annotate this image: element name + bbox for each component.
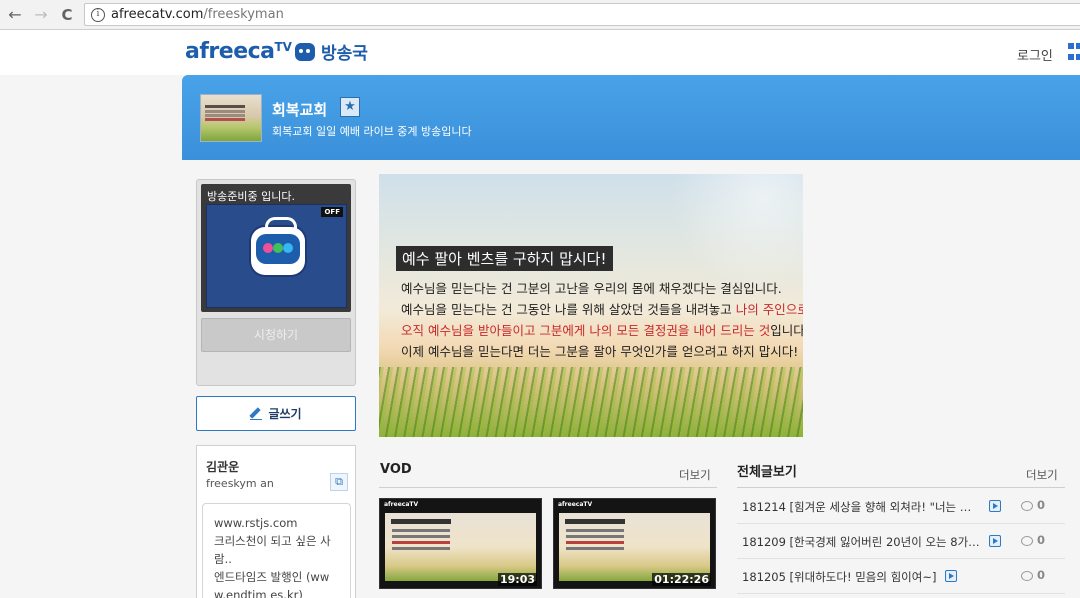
comment-count: 0: [1037, 533, 1046, 547]
banner-line: 오직 예수님을 받아들이고 그분에게 나의 모든 결정권을 내어 드리는 것입니…: [401, 323, 803, 338]
bio-line: 크리스천이 되고 싶은 사: [214, 534, 331, 548]
bio-line: 엔드타임즈 발행인 (ww: [214, 570, 330, 584]
post-title[interactable]: 181214 [힘겨운 세상을 향해 외쳐라! "너는 …: [742, 499, 971, 515]
favorite-star-icon[interactable]: ★: [340, 97, 360, 117]
vod-thumbnail-image: [559, 513, 710, 581]
off-badge: OFF: [321, 207, 343, 217]
board-post-row[interactable]: 181214 [힘겨운 세상을 향해 외쳐라! "너는 … 0: [737, 489, 1065, 524]
banner-line: 예수님을 믿는다는 건 그분의 고난을 우리의 몸에 채우겠다는 결심입니다.: [401, 281, 782, 296]
bio-line: w.endtim es.kr): [214, 588, 303, 598]
vod-duration: 01:22:26: [652, 573, 711, 586]
board-post-row[interactable]: 181205 [위대하도다! 믿음의 힘이여~] 0: [737, 559, 1065, 594]
browser-toolbar: ← → C i afreecatv.com/freeskyman: [0, 0, 1080, 30]
comment-icon: [1021, 536, 1033, 546]
play-icon[interactable]: [945, 570, 957, 582]
play-icon[interactable]: [989, 500, 1001, 512]
profile-bio: www.rstjs.com 크리스천이 되고 싶은 사 람.. 엔드타임즈 발행…: [202, 503, 351, 598]
banner-line: 예수님을 믿는다는 건 그동안 나를 위해 살았던 것들을 내려놓고 나의 주인…: [401, 302, 803, 317]
info-icon[interactable]: i: [91, 7, 105, 22]
grid-menu-icon[interactable]: [1068, 43, 1080, 63]
write-post-label: 글쓰기: [268, 407, 302, 421]
reload-button[interactable]: C: [56, 4, 78, 26]
pencil-icon: [250, 407, 263, 420]
vod-logo: afreecaTV: [558, 501, 593, 508]
vod-duration: 19:03: [497, 573, 537, 586]
channel-description: 회복교회 일일 예배 라이브 중계 방송입니다: [272, 125, 472, 138]
post-title[interactable]: 181209 [한국경제 잃어버린 20년이 오는 8가…: [742, 534, 980, 550]
banner-line: 이제 예수님을 믿는다면 더는 그분을 팔아 무엇인가를 얻으려고 하지 맙시다…: [401, 344, 799, 359]
bio-line: 람..: [214, 552, 232, 566]
board-more-link[interactable]: 더보기: [1026, 467, 1058, 483]
profile-user-id: freeskym an: [206, 477, 274, 490]
play-icon[interactable]: [989, 535, 1001, 547]
page: afreeca TV 방송국 로그인 회복교회 ★ 회복교회 일일 예배 라이브…: [0, 31, 1080, 598]
forward-button[interactable]: →: [30, 4, 52, 26]
profile-box: 김관운 freeskym an ⧉ www.rstjs.com 크리스천이 되고…: [196, 445, 356, 598]
url-path: /freeskyman: [203, 7, 284, 22]
banner-title: 예수 팔아 벤츠를 구하지 맙시다!: [396, 246, 613, 271]
write-post-button[interactable]: 글쓰기: [196, 396, 356, 431]
player-frame: 방송준비중 입니다. OFF: [201, 184, 351, 312]
share-icon[interactable]: ⧉: [330, 473, 348, 491]
channel-name[interactable]: 회복교회: [272, 99, 327, 120]
logo-subtitle: 방송국: [320, 44, 368, 64]
vod-thumbnail-image: [385, 513, 536, 581]
broadcast-status: 방송준비중 입니다.: [207, 190, 295, 203]
site-header: afreeca TV 방송국 로그인: [0, 31, 1080, 75]
address-bar[interactable]: i afreecatv.com/freeskyman: [84, 3, 1080, 26]
board-post-row[interactable]: 181209 [한국경제 잃어버린 20년이 오는 8가… 0: [737, 524, 1065, 559]
bio-line: www.rstjs.com: [214, 516, 298, 530]
post-title[interactable]: 181205 [위대하도다! 믿음의 힘이여~]: [742, 569, 936, 585]
live-player-box: 방송준비중 입니다. OFF 시청하기: [196, 179, 356, 386]
comment-count: 0: [1037, 568, 1046, 582]
tv-mascot-icon: [251, 217, 305, 275]
afreecatv-logo[interactable]: afreeca TV 방송국: [185, 39, 368, 64]
vod-more-link[interactable]: 더보기: [679, 467, 711, 483]
comment-count: 0: [1037, 498, 1046, 512]
login-link[interactable]: 로그인: [1017, 45, 1053, 64]
player-screen[interactable]: OFF: [206, 204, 347, 308]
vod-section-title[interactable]: VOD: [380, 462, 412, 477]
comment-icon: [1021, 501, 1033, 511]
divider: [737, 487, 1065, 488]
mascot-icon: [294, 42, 315, 61]
url-domain: afreecatv.com: [111, 7, 204, 22]
vod-thumbnail[interactable]: afreecaTV 01:22:26: [553, 498, 716, 589]
main-banner[interactable]: 예수 팔아 벤츠를 구하지 맙시다! 예수님을 믿는다는 건 그분의 고난을 우…: [379, 174, 803, 437]
comment-icon: [1021, 571, 1033, 581]
board-section-title[interactable]: 전체글보기: [737, 461, 797, 480]
divider: [379, 487, 717, 488]
logo-text: afreeca: [185, 39, 275, 64]
watch-button[interactable]: 시청하기: [201, 318, 351, 352]
profile-name: 김관운: [206, 460, 240, 474]
channel-thumbnail[interactable]: [200, 94, 262, 142]
vod-logo: afreecaTV: [384, 501, 419, 508]
back-button[interactable]: ←: [4, 4, 26, 26]
logo-tv: TV: [274, 40, 292, 54]
channel-header: 회복교회 ★ 회복교회 일일 예배 라이브 중계 방송입니다: [182, 75, 1080, 160]
vod-thumbnail[interactable]: afreecaTV 19:03: [379, 498, 542, 589]
